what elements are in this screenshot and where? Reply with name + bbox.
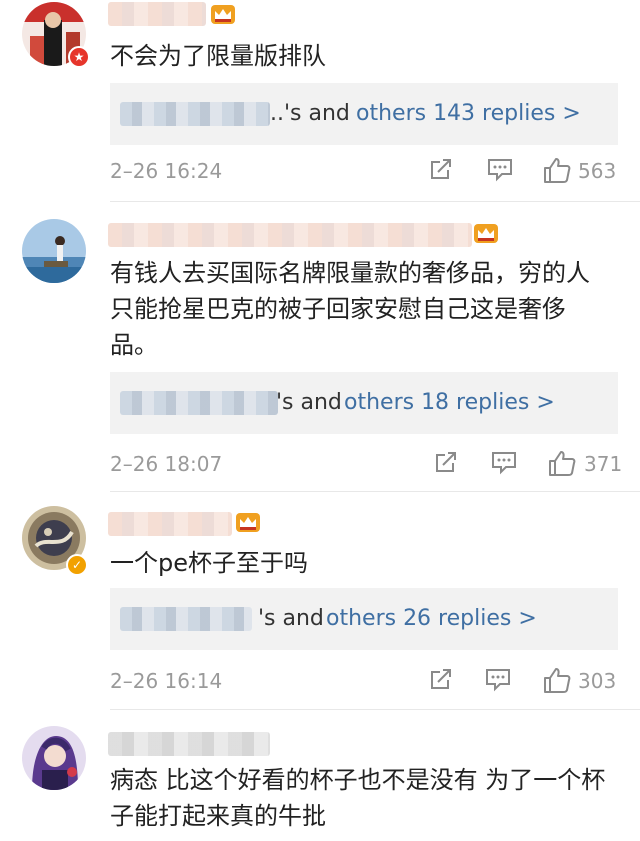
- replies-link[interactable]: others 26 replies >: [326, 602, 537, 636]
- comment-meta: 2–26 16:24 563: [110, 152, 620, 192]
- avatar[interactable]: [22, 726, 86, 790]
- avatar-image: [22, 726, 86, 790]
- thumbs-up-icon[interactable]: [547, 449, 577, 477]
- replies-box[interactable]: 's and others 26 replies >: [110, 588, 618, 650]
- replies-link[interactable]: others 18 replies >: [344, 386, 555, 420]
- comment-feed: ★ 不会为了限量版排队 ..'s and others 143 replies …: [0, 0, 640, 841]
- comment-item: ★ 不会为了限量版排队 ..'s and others 143 replies …: [0, 0, 640, 205]
- replies-box[interactable]: 's and others 18 replies >: [110, 372, 618, 434]
- verified-badge: ★: [68, 46, 90, 68]
- replies-box[interactable]: ..'s and others 143 replies >: [110, 83, 618, 145]
- username-blurred[interactable]: [108, 2, 206, 26]
- share-icon[interactable]: [428, 156, 454, 182]
- comment-item: 病态 比这个好看的杯子也不是没有 为了一个杯子能打起来真的牛批: [0, 710, 640, 841]
- username-blurred[interactable]: [108, 732, 270, 756]
- crown-icon: [211, 5, 235, 24]
- timestamp: 2–26 16:14: [110, 669, 223, 693]
- comment-meta: 2–26 16:14 303: [110, 662, 620, 702]
- replies-link[interactable]: others 143 replies >: [356, 97, 581, 131]
- comment-text: 不会为了限量版排队: [110, 42, 326, 70]
- like-count: 563: [578, 159, 617, 183]
- timestamp: 2–26 16:24: [110, 159, 223, 183]
- avatar[interactable]: [22, 219, 86, 283]
- avatar-image: [22, 219, 86, 283]
- replier-names-blurred: [120, 391, 278, 415]
- crown-icon: [474, 224, 498, 243]
- comment-text: 有钱人去买国际名牌限量款的奢侈品，穷的人只能抢星巴克的被子回家安慰自己这是奢侈品…: [110, 259, 590, 359]
- thumbs-up-icon[interactable]: [542, 156, 572, 184]
- reply-suffix: 's and: [276, 390, 342, 415]
- share-icon[interactable]: [428, 666, 454, 692]
- comment-icon[interactable]: [484, 666, 512, 692]
- comment-text: 病态 比这个好看的杯子也不是没有 为了一个杯子能打起来真的牛批: [110, 766, 606, 830]
- comment-item: 有钱人去买国际名牌限量款的奢侈品，穷的人只能抢星巴克的被子回家安慰自己这是奢侈品…: [0, 205, 640, 490]
- username-blurred[interactable]: [108, 223, 472, 247]
- thumbs-up-icon[interactable]: [542, 666, 572, 694]
- share-icon[interactable]: [433, 449, 459, 475]
- divider: [110, 201, 640, 202]
- like-count: 303: [578, 669, 617, 693]
- replier-names-blurred: [120, 102, 270, 126]
- verified-badge: ✓: [66, 554, 88, 576]
- comment-icon[interactable]: [486, 156, 514, 182]
- comment-icon[interactable]: [490, 449, 518, 475]
- crown-icon: [236, 513, 260, 532]
- replier-names-blurred: [120, 607, 252, 631]
- username-blurred[interactable]: [108, 512, 232, 536]
- comment-meta: 2–26 18:07 371: [110, 445, 623, 485]
- timestamp: 2–26 18:07: [110, 452, 223, 476]
- comment-item: ✓ 一个pe杯子至于吗 's and others 26 replies > 2…: [0, 492, 640, 710]
- comment-text: 一个pe杯子至于吗: [110, 549, 308, 577]
- reply-suffix: 's and: [258, 606, 324, 631]
- like-count: 371: [584, 452, 623, 476]
- reply-suffix: ..'s and: [270, 101, 350, 126]
